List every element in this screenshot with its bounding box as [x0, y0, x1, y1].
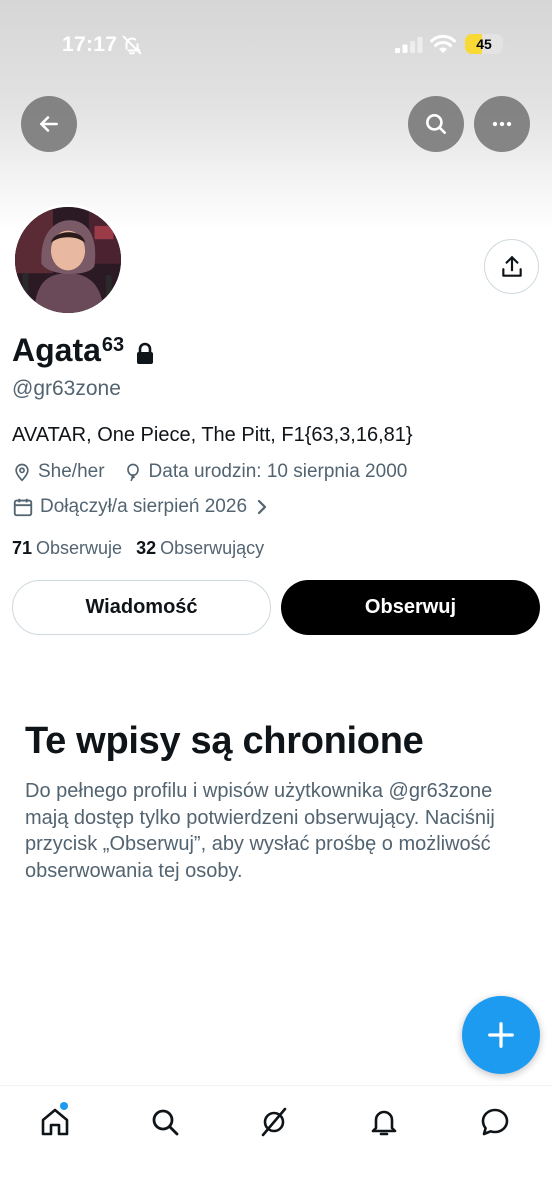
followers-link[interactable]: 32 Obserwujący	[136, 538, 264, 559]
cell-signal-icon	[395, 37, 423, 53]
status-bar: 17:17 45	[0, 0, 552, 90]
nav-grok[interactable]	[246, 1102, 302, 1142]
compose-button[interactable]	[462, 996, 540, 1074]
location-pin-icon	[15, 463, 29, 482]
more-horizontal-icon	[492, 121, 512, 127]
back-button[interactable]	[21, 96, 77, 152]
nav-messages[interactable]	[467, 1102, 523, 1142]
profile-bio: AVATAR, One Piece, The Pitt, F1{63,3,16,…	[12, 424, 413, 446]
more-options-button[interactable]	[474, 96, 530, 152]
share-profile-button[interactable]	[484, 239, 539, 294]
profile-handle: @gr63zone	[12, 377, 121, 400]
bottom-navigation	[0, 1085, 552, 1200]
following-count: 71	[12, 537, 33, 558]
plus-icon	[488, 1022, 514, 1048]
share-upload-icon	[501, 255, 522, 277]
display-name-superscript: 63	[101, 334, 125, 356]
status-time: 17:17	[62, 33, 118, 56]
search-button[interactable]	[408, 96, 464, 152]
followers-count: 32	[136, 537, 157, 558]
message-button[interactable]: Wiadomość	[12, 580, 271, 635]
joined-text: Dołączył/a sierpień 2026	[40, 496, 248, 517]
avatar-image	[15, 207, 121, 313]
battery-percent: 45	[476, 36, 492, 52]
wifi-icon	[430, 34, 456, 53]
nav-notifications[interactable]	[356, 1102, 412, 1142]
bell-off-icon	[122, 35, 142, 55]
battery-indicator: 45	[465, 34, 503, 54]
following-label: Obserwuje	[36, 537, 123, 558]
joined-date[interactable]: Dołączył/a sierpień 2026	[12, 494, 269, 520]
display-name-text: Agata	[12, 332, 101, 368]
bell-icon	[371, 1110, 397, 1136]
follow-button[interactable]: Obserwuj	[281, 580, 540, 635]
pronouns-text: She/her	[38, 461, 105, 482]
chevron-right-icon	[257, 499, 267, 515]
profile-avatar[interactable]	[12, 204, 124, 316]
profile-meta: She/her Data urodzin: 10 sierpnia 2000	[12, 459, 425, 485]
calendar-icon	[13, 498, 33, 517]
arrow-left-icon	[40, 116, 58, 132]
home-icon	[41, 1108, 69, 1136]
display-name: Agata 63	[12, 332, 156, 369]
protected-posts-title: Te wpisy są chronione	[25, 720, 424, 762]
birthday-item: Data urodzin: 10 sierpnia 2000	[123, 461, 408, 483]
follow-stats: 71 Obserwuje 32 Obserwujący	[12, 535, 278, 561]
nav-search[interactable]	[137, 1102, 193, 1142]
chat-bubble-icon	[481, 1108, 509, 1136]
birthday-text: Data urodzin: 10 sierpnia 2000	[148, 461, 408, 482]
search-icon	[152, 1109, 179, 1136]
followers-label: Obserwujący	[160, 537, 265, 558]
following-link[interactable]: 71 Obserwuje	[12, 538, 122, 559]
pronouns-item: She/her	[12, 461, 105, 483]
grok-icon	[261, 1107, 287, 1137]
search-icon	[426, 114, 446, 134]
home-notification-dot	[60, 1102, 68, 1110]
balloon-icon	[126, 463, 139, 482]
nav-home[interactable]	[27, 1102, 83, 1142]
protected-posts-description: Do pełnego profilu i wpisów użytkownika …	[25, 780, 495, 882]
lock-icon	[137, 342, 154, 364]
